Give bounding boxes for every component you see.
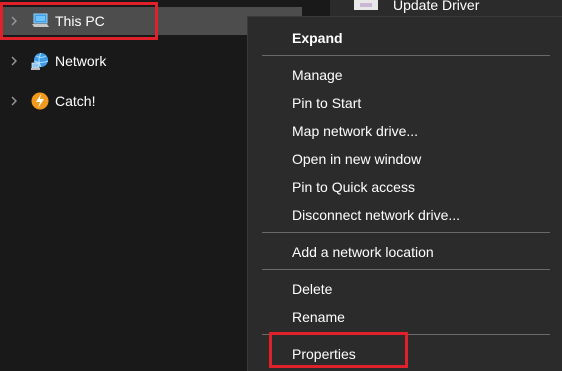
annotation-highlight-properties: [269, 332, 408, 368]
nav-item-label: Network: [55, 53, 107, 69]
menu-item-pin-to-quick-access[interactable]: Pin to Quick access: [292, 179, 415, 195]
chevron-right-icon[interactable]: [9, 95, 19, 107]
network-icon: [31, 52, 49, 70]
menu-item-delete[interactable]: Delete: [292, 281, 332, 297]
context-menu: Expand Manage Pin to Start Map network d…: [247, 16, 562, 371]
explorer-window: This PC Network Catch! Update Driver Exp…: [0, 0, 562, 371]
nav-item-network[interactable]: Network: [0, 47, 250, 75]
catch-app-icon: [31, 92, 49, 110]
annotation-highlight-this-pc: [0, 2, 158, 40]
menu-separator: [262, 269, 550, 270]
update-driver-icon: [354, 0, 378, 10]
menu-item-expand[interactable]: Expand: [292, 30, 343, 46]
menu-item-disconnect-network-drive[interactable]: Disconnect network drive...: [292, 207, 460, 223]
menu-separator: [262, 55, 550, 56]
menu-item-open-in-new-window[interactable]: Open in new window: [292, 151, 421, 167]
menu-item-map-network-drive[interactable]: Map network drive...: [292, 123, 418, 139]
menu-item-add-network-location[interactable]: Add a network location: [292, 244, 434, 260]
chevron-right-icon[interactable]: [9, 55, 19, 67]
nav-item-label: Catch!: [55, 93, 96, 109]
menu-item-rename[interactable]: Rename: [292, 309, 345, 325]
nav-item-catch[interactable]: Catch!: [0, 87, 250, 115]
menu-item-pin-to-start[interactable]: Pin to Start: [292, 95, 361, 111]
menu-item-manage[interactable]: Manage: [292, 67, 343, 83]
menu-separator: [262, 232, 550, 233]
menu-item-update-driver[interactable]: Update Driver: [393, 0, 479, 13]
